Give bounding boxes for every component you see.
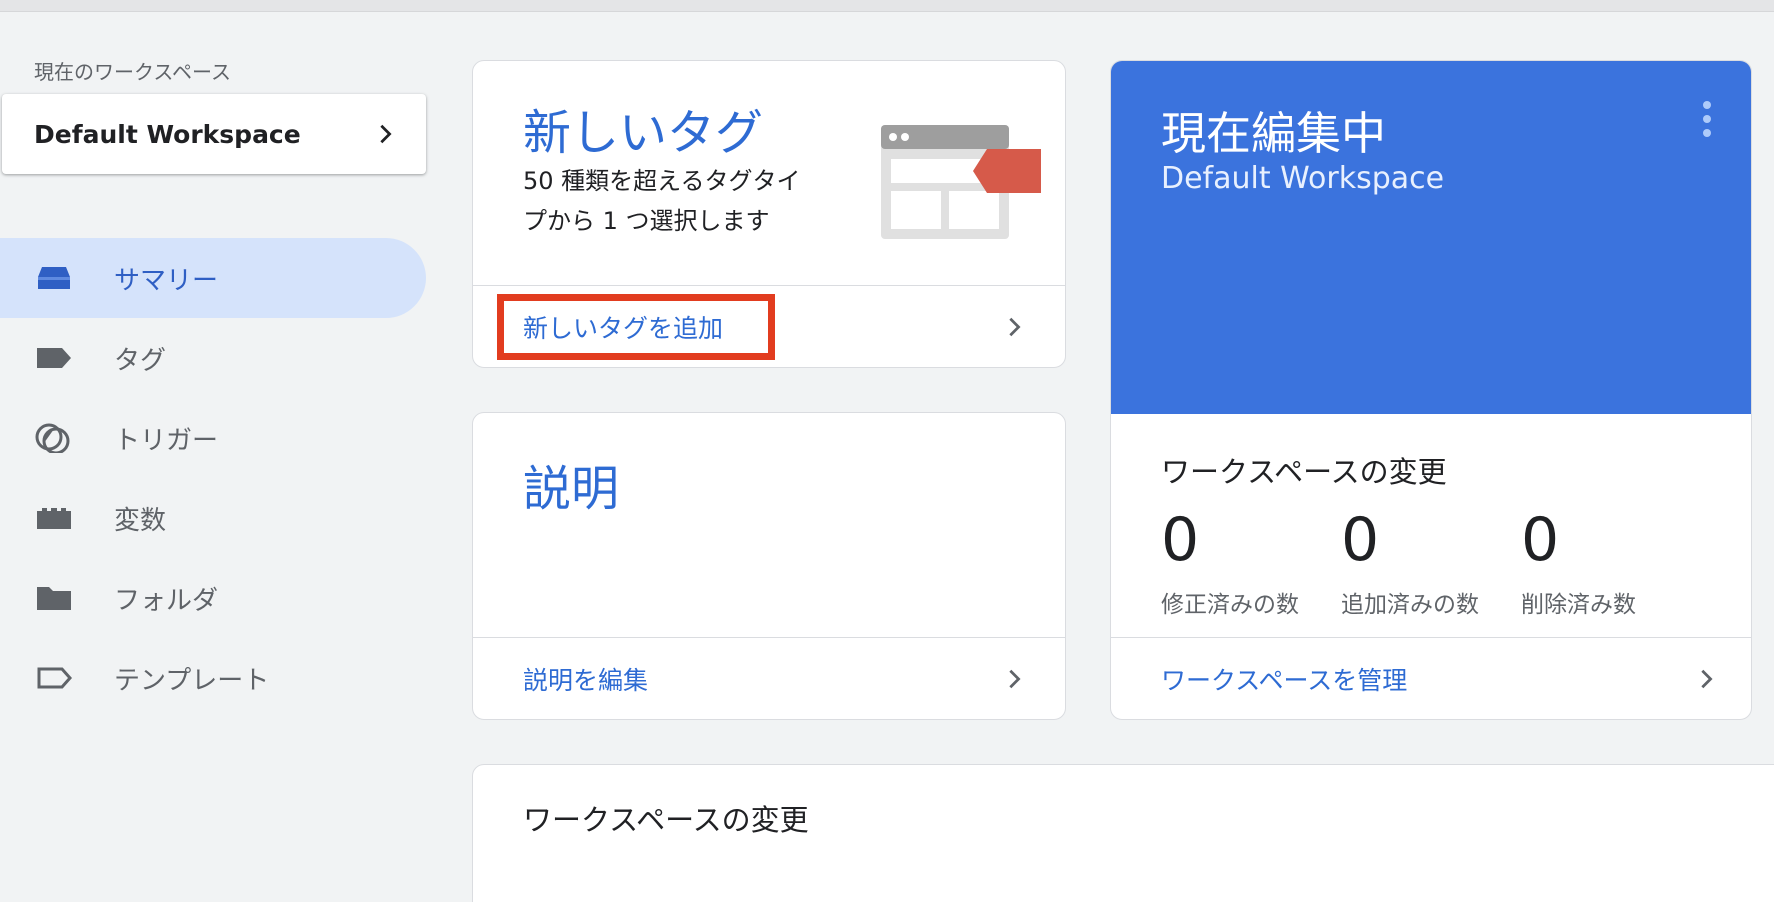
sidebar-item-folders[interactable]: フォルダ <box>0 558 426 638</box>
add-new-tag-label: 新しいタグを追加 <box>523 313 724 343</box>
stat-label: 追加済みの数 <box>1341 592 1479 618</box>
description-card: 説明 説明を編集 <box>472 412 1066 720</box>
workspace-caption: 現在のワークスペース <box>34 60 231 84</box>
new-tag-description: 50 種類を超えるタグタイプから 1 つ選択します <box>523 167 801 235</box>
current-editing-card: 現在編集中 Default Workspace ワークスペースの変更 0 修正済… <box>1110 60 1752 720</box>
description-title: 説明 <box>523 461 620 517</box>
add-new-tag-link[interactable]: 新しいタグを追加 <box>473 285 1065 367</box>
sidebar-item-label: サマリー <box>114 265 219 296</box>
workspace-changes-title: ワークスペースの変更 <box>1161 455 1447 489</box>
stat-value: 0 <box>1161 505 1200 575</box>
workspace-name: Default Workspace <box>34 119 301 149</box>
stat-value: 0 <box>1341 505 1380 575</box>
stat-label: 削除済み数 <box>1521 592 1636 618</box>
trigger-icon <box>35 423 70 453</box>
sidebar-item-variables[interactable]: 変数 <box>0 478 426 558</box>
variable-icon <box>37 508 71 529</box>
tag-icon <box>37 348 71 368</box>
sidebar-item-label: トリガー <box>114 425 219 456</box>
stat-label: 修正済みの数 <box>1161 592 1299 618</box>
stat-modified: 0 修正済みの数 <box>1161 501 1341 619</box>
stat-value: 0 <box>1521 505 1560 575</box>
editing-header: 現在編集中 Default Workspace <box>1111 61 1751 414</box>
manage-workspaces-link[interactable]: ワークスペースを管理 <box>1111 637 1751 719</box>
workspace-changes-card-title: ワークスペースの変更 <box>523 803 809 837</box>
summary-icon <box>38 267 70 289</box>
sidebar-item-label: フォルダ <box>114 585 219 616</box>
sidebar-item-summary[interactable]: サマリー <box>0 238 426 318</box>
folder-icon <box>37 587 71 610</box>
edit-description-link[interactable]: 説明を編集 <box>473 637 1065 719</box>
sidebar-item-triggers[interactable]: トリガー <box>0 398 426 478</box>
chevron-right-icon <box>380 124 392 144</box>
stat-added: 0 追加済みの数 <box>1341 501 1521 619</box>
sidebar-item-label: タグ <box>114 345 167 376</box>
template-icon <box>37 667 73 689</box>
sidebar-item-label: 変数 <box>114 505 167 536</box>
workspace-selector[interactable]: Default Workspace <box>2 94 426 174</box>
manage-workspaces-label: ワークスペースを管理 <box>1161 665 1408 695</box>
stat-deleted: 0 削除済み数 <box>1521 501 1701 619</box>
top-bar <box>0 0 1774 12</box>
workspace-changes-card: ワークスペースの変更 <box>472 764 1774 902</box>
chevron-right-icon <box>1701 669 1713 688</box>
sidebar-item-templates[interactable]: テンプレート <box>0 638 426 718</box>
new-tag-card: 新しいタグ 50 種類を超えるタグタイプから 1 つ選択します 新しいタグを追加 <box>472 60 1066 368</box>
sidebar-item-tags[interactable]: タグ <box>0 318 426 398</box>
sidebar-nav: サマリー タグ トリガー 変数 フォルダ テンプレート <box>0 238 426 718</box>
sidebar-item-label: テンプレート <box>114 665 270 696</box>
new-tag-illustration <box>881 125 1041 239</box>
edit-description-label: 説明を編集 <box>523 665 649 695</box>
editing-title: 現在編集中 <box>1161 107 1387 160</box>
chevron-right-icon <box>1009 317 1021 336</box>
new-tag-title: 新しいタグ <box>523 105 764 161</box>
editing-workspace-name: Default Workspace <box>1161 161 1445 196</box>
chevron-right-icon <box>1009 669 1021 688</box>
more-vert-icon[interactable] <box>1701 101 1713 137</box>
